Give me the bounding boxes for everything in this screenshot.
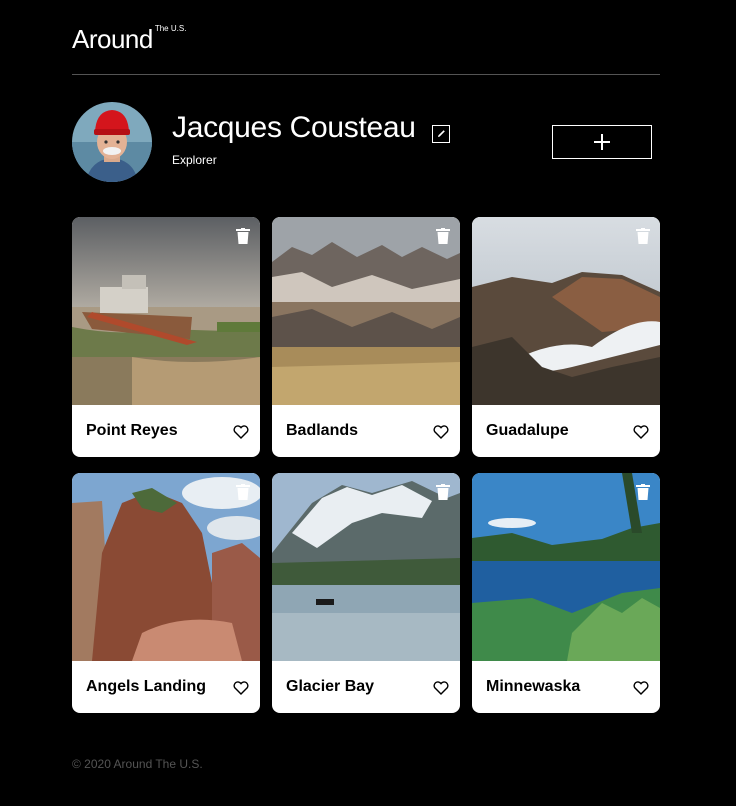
logo-superscript: The U.S.	[154, 24, 187, 33]
card-title: Glacier Bay	[286, 678, 375, 695]
plus-icon	[594, 134, 610, 150]
trash-icon[interactable]	[636, 228, 650, 244]
card-image[interactable]	[472, 217, 660, 405]
footer-copyright: © 2020 Around The U.S.	[72, 757, 203, 771]
card-image[interactable]	[272, 473, 460, 661]
card-image[interactable]	[72, 217, 260, 405]
pencil-icon	[438, 130, 445, 137]
card-title: Guadalupe	[486, 422, 569, 439]
trash-icon[interactable]	[236, 228, 250, 244]
trash-icon[interactable]	[436, 484, 450, 500]
card-title: Minnewaska	[486, 678, 581, 695]
trash-icon[interactable]	[236, 484, 250, 500]
card-title: Angels Landing	[86, 678, 206, 695]
card-image[interactable]	[72, 473, 260, 661]
heart-icon[interactable]	[433, 681, 449, 695]
heart-icon[interactable]	[233, 425, 249, 439]
heart-icon[interactable]	[433, 425, 449, 439]
heart-icon[interactable]	[233, 681, 249, 695]
card-title: Badlands	[286, 422, 359, 439]
card: Glacier Bay	[272, 473, 460, 713]
card: Angels Landing	[72, 473, 260, 713]
heart-icon[interactable]	[633, 681, 649, 695]
page: Around The U.S. Jacques Cousteau Explore…	[0, 0, 736, 806]
logo-text: Around	[72, 24, 153, 54]
card-title: Point Reyes	[86, 422, 178, 439]
profile-about: Explorer	[172, 153, 217, 167]
avatar[interactable]	[72, 102, 152, 182]
header: Around The U.S.	[72, 20, 660, 75]
add-card-button[interactable]	[552, 125, 652, 159]
trash-icon[interactable]	[636, 484, 650, 500]
profile: Jacques Cousteau Explorer	[72, 102, 660, 182]
profile-name: Jacques Cousteau	[172, 111, 416, 144]
card: Point Reyes	[72, 217, 260, 457]
card-image[interactable]	[272, 217, 460, 405]
card: Badlands	[272, 217, 460, 457]
card: Guadalupe	[472, 217, 660, 457]
edit-profile-button[interactable]	[432, 125, 450, 143]
heart-icon[interactable]	[633, 425, 649, 439]
trash-icon[interactable]	[436, 228, 450, 244]
logo: Around The U.S.	[72, 24, 186, 54]
card: Minnewaska	[472, 473, 660, 713]
card-image[interactable]	[472, 473, 660, 661]
